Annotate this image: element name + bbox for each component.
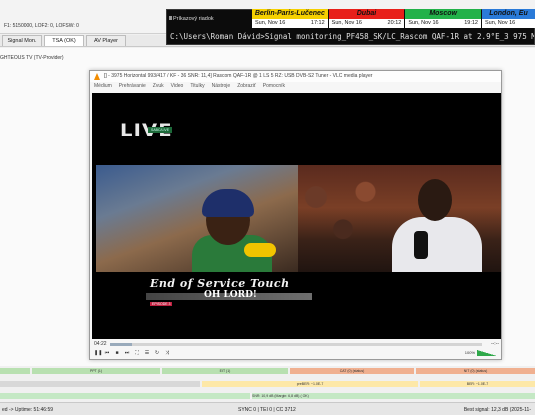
vlc-titlebar[interactable]: [] - 3975 Horizontal 993/417 / KF - 36 S… — [90, 71, 501, 82]
menu-subtitles[interactable]: Titulky — [190, 82, 204, 91]
vlc-menubar: Médium Prehrávanie Zvuk Video Titulky Ná… — [90, 82, 501, 91]
clock-date: Sun, Nov 16 — [255, 20, 286, 26]
clock-city: London, Eu — [481, 9, 535, 19]
ber-row: preBER: ~1.0E-7 BER: ~1.0E-7 — [0, 381, 535, 387]
ber-meter: BER: ~1.0E-7 — [420, 381, 535, 387]
video-scene-child — [96, 165, 298, 272]
menu-help[interactable]: Pomocník — [263, 82, 285, 91]
meter-eit: EIT (1) — [162, 368, 288, 374]
menu-playback[interactable]: Prehrávanie — [119, 82, 146, 91]
clock-city: Berlin-Paris-Lučenec — [252, 9, 328, 19]
menu-video[interactable]: Video — [171, 82, 184, 91]
loop-icon[interactable]: ↻ — [154, 350, 160, 356]
menu-view[interactable]: Zobraziť — [237, 82, 256, 91]
vlc-title: [] - 3975 Horizontal 993/417 / KF - 36 S… — [104, 73, 373, 79]
meter-cat: CAT (0) (status) — [290, 368, 414, 374]
next-icon[interactable]: ⏭ — [124, 350, 130, 356]
shuffle-icon[interactable]: ⤨ — [164, 350, 170, 356]
snr-row: SNR: 10,9 dB (Margin: 6,8 dB) ( OK) — [0, 393, 535, 399]
frequency-status: F1: 5150000, LOF2: 0, LOFSW: 0 — [4, 23, 79, 29]
clock-time: 20:12 — [387, 20, 402, 26]
terminal-icon — [169, 16, 172, 20]
previous-icon[interactable]: ⏮ — [104, 350, 110, 356]
stop-icon[interactable]: ■ — [114, 350, 120, 356]
clock-city: Dubai — [328, 9, 405, 19]
menu-audio[interactable]: Zvuk — [153, 82, 164, 91]
tab-signal-mon[interactable]: Signal Mon. — [2, 35, 42, 46]
clock-date: Sun, Nov 16 — [331, 20, 362, 26]
elapsed-time: 04:22 — [94, 341, 107, 347]
menu-media[interactable]: Médium — [94, 82, 112, 91]
microphone — [414, 231, 428, 259]
video-caption-tag: EPISODE 3 — [150, 302, 173, 306]
fullscreen-icon[interactable]: ⛶ — [134, 350, 140, 356]
clock-berlin: Berlin-Paris-Lučenec Sun, Nov 16 17:12 — [252, 9, 328, 29]
microphone — [244, 243, 276, 257]
pause-icon[interactable]: ❚❚ — [94, 350, 102, 356]
world-clocks: Berlin-Paris-Lučenec Sun, Nov 16 17:12 Du… — [252, 9, 535, 29]
table-status-row: PPT (1) EIT (1) CAT (0) (status) NIT (0)… — [0, 368, 535, 374]
snr-meter: SNR: 10,9 dB (Margin: 6,8 dB) ( OK) — [252, 393, 535, 399]
volume-percent: 100% — [464, 350, 475, 355]
tab-av-player[interactable]: AV Player — [86, 35, 126, 46]
menu-tools[interactable]: Nástroje — [212, 82, 231, 91]
clock-london: London, Eu Sun, Nov 16 — [481, 9, 535, 29]
status-bar: ed -> Uptime: 51:46:59 SYNC 0 | TEI 0 | … — [0, 402, 535, 415]
preber-meter: preBER: ~1.0E-7 — [202, 381, 418, 387]
vlc-window[interactable]: [] - 3975 Horizontal 993/417 / KF - 36 S… — [89, 70, 502, 360]
video-caption: End of Service Touch — [150, 277, 290, 290]
cmd-text[interactable]: C:\Users\Roman Dávid>Signal monitoring_P… — [170, 32, 534, 41]
clock-time: 17:12 — [310, 20, 325, 26]
seek-bar[interactable] — [110, 343, 482, 346]
video-area[interactable]: LIVE SABC/LIVE End of Service Touch OH L… — [92, 93, 501, 339]
cmd-title: Príkazový riadok — [173, 16, 214, 22]
uptime-status: ed -> Uptime: 51:46:59 — [2, 407, 54, 413]
provider-label: GHTEOUS TV (TV-Provider) — [0, 55, 64, 61]
playlist-icon[interactable]: ☰ — [144, 350, 150, 356]
video-caption-sub: OH LORD! — [204, 290, 257, 300]
clock-date: Sun, Nov 16 — [408, 20, 439, 26]
clock-date: Sun, Nov 16 — [484, 20, 516, 26]
total-time: --:-- — [490, 341, 499, 347]
clock-city: Moscow — [405, 9, 481, 19]
meter-pmt: PPT (1) — [32, 368, 160, 374]
channel-logo-sub: SABC/LIVE — [148, 127, 173, 133]
vlc-cone-icon — [94, 73, 100, 80]
clock-moscow: Moscow Sun, Nov 16 19:12 — [405, 9, 481, 29]
meter-nit: NIT (0) (status) — [416, 368, 535, 374]
best-signal: Best signal: 12,3 dB (2025-11- — [463, 407, 531, 413]
tab-tsa[interactable]: TSA (OK) — [44, 35, 84, 46]
clock-time: 19:12 — [464, 20, 478, 26]
video-scene-man — [298, 165, 501, 272]
volume-slider[interactable] — [477, 350, 497, 356]
vlc-controls: 04:22 --:-- ❚❚ ⏮ ■ ⏭ ⛶ ☰ ↻ ⤨ 100% — [92, 339, 501, 359]
clock-dubai: Dubai Sun, Nov 16 20:12 — [328, 9, 405, 29]
sync-status: SYNC 0 | TEI 0 | CC 3712 — [238, 407, 296, 413]
